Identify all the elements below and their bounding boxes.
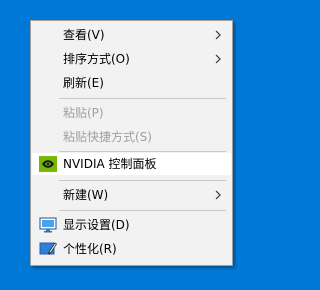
menu-separator — [59, 210, 226, 211]
menu-item-view-label: 查看(V) — [63, 28, 105, 42]
menu-item-view[interactable]: 查看(V) — [32, 24, 231, 46]
menu-item-refresh[interactable]: 刷新(E) — [32, 72, 231, 94]
menu-item-paste-shortcut-label: 粘贴快捷方式(S) — [63, 130, 152, 144]
menu-item-paste[interactable]: 粘贴(P) — [32, 102, 231, 124]
nvidia-icon — [39, 156, 57, 172]
menu-separator — [59, 98, 226, 99]
menu-item-display-settings[interactable]: 显示设置(D) — [32, 214, 231, 236]
desktop-context-menu: 查看(V) 排序方式(O) 刷新(E) 粘贴(P) 粘贴快捷方式(S) NVID… — [30, 20, 233, 266]
menu-separator — [59, 180, 226, 181]
menu-item-personalize-label: 个性化(R) — [63, 242, 117, 256]
personalize-icon — [39, 242, 57, 255]
menu-item-nvidia-control-panel-label: NVIDIA 控制面板 — [63, 157, 157, 171]
menu-item-nvidia-control-panel[interactable]: NVIDIA 控制面板 — [32, 153, 231, 175]
display-settings-icon — [39, 217, 57, 233]
menu-item-paste-label: 粘贴(P) — [63, 106, 104, 120]
menu-item-new-label: 新建(W) — [63, 188, 109, 202]
menu-item-new[interactable]: 新建(W) — [32, 184, 231, 206]
menu-item-sort-by-label: 排序方式(O) — [63, 52, 130, 66]
chevron-right-icon — [215, 54, 221, 64]
menu-item-sort-by[interactable]: 排序方式(O) — [32, 48, 231, 70]
menu-item-display-settings-label: 显示设置(D) — [63, 218, 130, 232]
menu-item-refresh-label: 刷新(E) — [63, 76, 104, 90]
menu-item-personalize[interactable]: 个性化(R) — [32, 238, 231, 260]
chevron-right-icon — [215, 190, 221, 200]
menu-item-paste-shortcut[interactable]: 粘贴快捷方式(S) — [32, 126, 231, 148]
chevron-right-icon — [215, 30, 221, 40]
menu-separator — [59, 151, 226, 152]
